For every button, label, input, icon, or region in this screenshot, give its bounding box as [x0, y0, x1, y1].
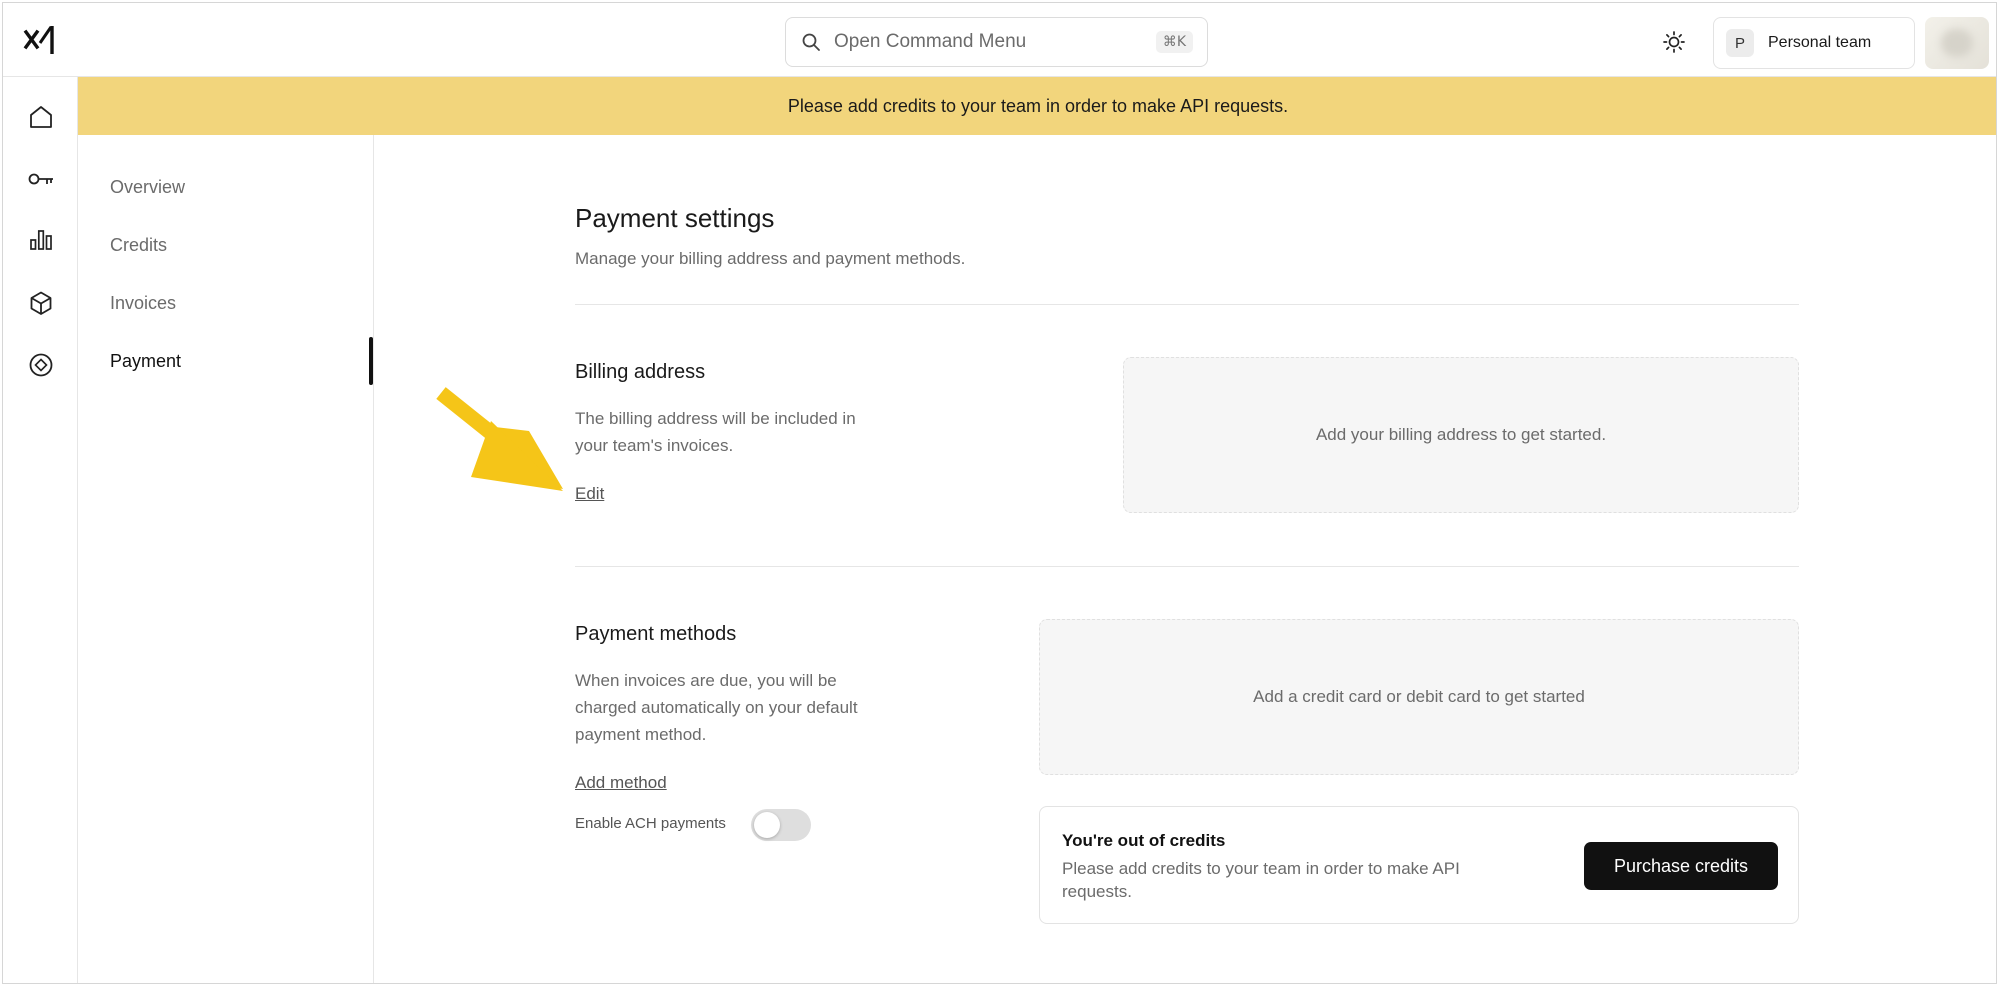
payment-methods-empty-state: Add a credit card or debit card to get s… [1039, 619, 1799, 775]
add-payment-method-link[interactable]: Add method [575, 773, 667, 793]
credits-warning-banner: Please add credits to your team in order… [78, 77, 1996, 135]
payment-methods-title: Payment methods [575, 623, 737, 645]
theme-toggle-sun-icon[interactable] [1661, 29, 1687, 55]
team-name: Personal team [1768, 34, 1872, 51]
xai-logo-icon[interactable] [23, 23, 57, 57]
compass-icon[interactable] [27, 351, 55, 379]
billing-address-description-line2: your team's invoices. [575, 436, 734, 455]
top-bar: Open Command Menu ⌘K P Personal team [3, 3, 1996, 77]
out-of-credits-description-line1: Please add credits to your team in order… [1062, 859, 1460, 878]
team-switcher[interactable]: P Personal team [1713, 17, 1915, 69]
command-menu-shortcut: ⌘K [1155, 31, 1193, 53]
app-window: Open Command Menu ⌘K P Personal team Ple… [2, 2, 1997, 984]
command-menu-placeholder: Open Command Menu [834, 31, 1027, 52]
purchase-credits-button[interactable]: Purchase credits [1584, 842, 1778, 890]
billing-address-title: Billing address [575, 361, 706, 383]
command-menu-search[interactable]: Open Command Menu ⌘K [785, 17, 1208, 67]
out-of-credits-description-line2: requests. [1062, 882, 1132, 901]
active-item-indicator [369, 337, 373, 385]
submenu-item-overview[interactable]: Overview [110, 177, 185, 198]
section-divider [575, 566, 1799, 567]
page-title: Payment settings [575, 203, 775, 233]
billing-address-empty-state: Add your billing address to get started. [1123, 357, 1799, 513]
out-of-credits-description: Please add credits to your team in order… [1062, 857, 1532, 903]
ach-payments-label: Enable ACH payments [575, 815, 726, 832]
submenu-item-invoices[interactable]: Invoices [110, 293, 176, 314]
search-icon [800, 31, 822, 53]
section-divider [575, 304, 1799, 305]
payment-methods-description-line2: charged automatically on your default [575, 698, 858, 717]
billing-submenu: Overview Credits Invoices Payment [78, 135, 374, 983]
out-of-credits-title: You're out of credits [1062, 831, 1226, 850]
annotation-arrow-icon [433, 381, 573, 499]
cube-icon[interactable] [27, 289, 55, 317]
billing-address-description-line1: The billing address will be included in [575, 409, 856, 428]
icon-rail [3, 77, 78, 983]
user-avatar[interactable] [1925, 17, 1989, 69]
submenu-item-payment[interactable]: Payment [110, 351, 181, 372]
bar-chart-icon[interactable] [27, 225, 55, 253]
team-avatar: P [1726, 29, 1754, 57]
payment-methods-description-line3: payment method. [575, 725, 707, 744]
out-of-credits-card: You're out of credits Please add credits… [1039, 806, 1799, 924]
page-subtitle: Manage your billing address and payment … [575, 249, 966, 268]
payment-methods-description-line1: When invoices are due, you will be [575, 671, 837, 690]
key-icon[interactable] [27, 165, 55, 193]
ach-payments-toggle[interactable] [751, 809, 811, 841]
submenu-item-credits[interactable]: Credits [110, 235, 167, 256]
home-icon[interactable] [27, 103, 55, 131]
edit-billing-address-link[interactable]: Edit [575, 484, 604, 504]
toggle-knob [754, 812, 780, 838]
